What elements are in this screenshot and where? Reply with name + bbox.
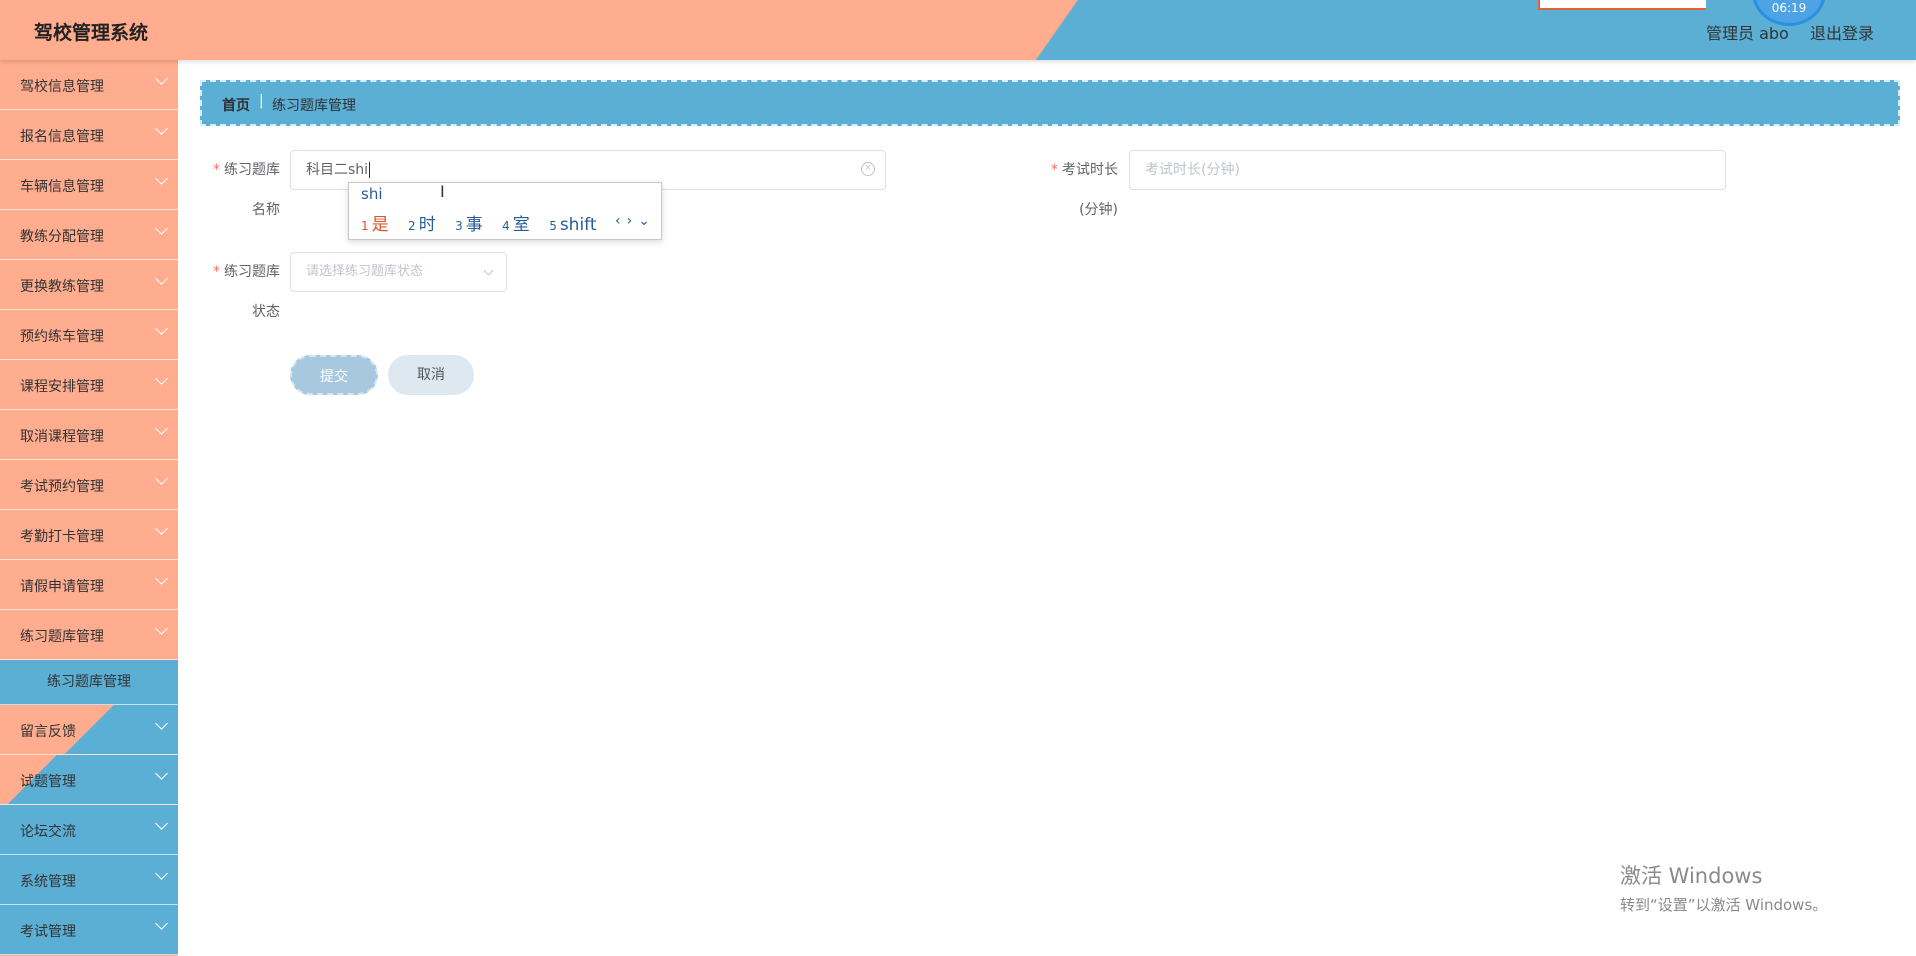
sidebar-item-label: 预约练车管理	[20, 329, 104, 345]
sidebar-item-label: 教练分配管理	[20, 229, 104, 245]
status-label: * 练习题库	[196, 252, 280, 292]
chevron-down-icon	[155, 572, 168, 585]
sidebar-item-label: 论坛交流	[20, 824, 76, 840]
sidebar-item-label: 请假申请管理	[20, 579, 104, 595]
text-caret	[369, 162, 371, 178]
ime-page-nav[interactable]: ‹›⌄	[615, 213, 656, 229]
sidebar-item-exam[interactable]: 考试管理	[0, 905, 178, 955]
sidebar-item-vehicles[interactable]: 车辆信息管理	[0, 160, 178, 210]
breadcrumb-current: 练习题库管理	[272, 98, 356, 114]
ime-candidate[interactable]: 4室	[502, 215, 530, 235]
name-input-value: 科目二shi	[306, 162, 369, 178]
sidebar-item-label: 课程安排管理	[20, 379, 104, 395]
app-title: 驾校管理系统	[34, 22, 149, 44]
duration-label-line2: (分钟)	[1079, 202, 1118, 218]
chevron-down-icon	[155, 917, 168, 930]
status-placeholder: 请选择练习题库状态	[306, 264, 424, 279]
chevron-down-icon	[155, 867, 168, 880]
sidebar-item-label: 试题管理	[20, 774, 76, 790]
duration-placeholder: 考试时长(分钟)	[1145, 162, 1240, 178]
chevron-down-icon	[155, 522, 168, 535]
exam-duration-input[interactable]: 考试时长(分钟)	[1129, 150, 1726, 190]
sidebar-item-school-info[interactable]: 驾校信息管理	[0, 60, 178, 110]
sidebar-item-label: 考试预约管理	[20, 479, 104, 495]
text-cursor-icon: I	[440, 182, 445, 201]
sidebar-item-question-bank[interactable]: 练习题库管理	[0, 610, 178, 660]
sidebar-item-attendance[interactable]: 考勤打卡管理	[0, 510, 178, 560]
breadcrumb-home[interactable]: 首页	[222, 95, 250, 115]
sidebar: 驾校信息管理 报名信息管理 车辆信息管理 教练分配管理 更换教练管理 预约练车管…	[0, 60, 178, 956]
breadcrumb: 首页 | 练习题库管理	[200, 80, 1900, 126]
clear-icon[interactable]: ×	[861, 162, 875, 176]
sidebar-item-feedback[interactable]: 留言反馈	[0, 705, 178, 755]
sidebar-item-forum[interactable]: 论坛交流	[0, 805, 178, 855]
status-label-line2: 状态	[252, 304, 280, 320]
sidebar-item-course-schedule[interactable]: 课程安排管理	[0, 360, 178, 410]
duration-label: * 考试时长	[1034, 150, 1118, 190]
required-star: *	[1051, 162, 1058, 178]
current-user: 管理员 abo	[1706, 24, 1789, 43]
sidebar-item-coach-assign[interactable]: 教练分配管理	[0, 210, 178, 260]
sidebar-item-label: 考试管理	[20, 924, 76, 940]
sidebar-item-label: 留言反馈	[20, 724, 76, 740]
ime-candidate[interactable]: 3事	[455, 215, 483, 235]
logout-link[interactable]: 退出登录	[1810, 20, 1874, 44]
chevron-down-icon	[483, 265, 494, 276]
sidebar-item-label: 取消课程管理	[20, 429, 104, 445]
breadcrumb-separator: |	[259, 93, 264, 109]
chevron-down-icon	[155, 422, 168, 435]
submenu-question-bank[interactable]: 练习题库管理	[0, 660, 178, 705]
sidebar-item-coach-change[interactable]: 更换教练管理	[0, 260, 178, 310]
ime-candidates: 1是 2时 3事 4室 5 shift	[361, 210, 611, 235]
ime-candidate[interactable]: 2时	[408, 215, 436, 235]
ime-candidate[interactable]: 5 shift	[549, 215, 596, 235]
windows-activation-watermark: 激活 Windows 转到“设置”以激活 Windows。	[1620, 860, 1827, 915]
name-label: * 练习题库	[196, 150, 280, 190]
chevron-down-icon	[155, 717, 168, 730]
sidebar-item-label: 考勤打卡管理	[20, 529, 104, 545]
sidebar-item-questions[interactable]: 试题管理	[0, 755, 178, 805]
chevron-down-icon	[155, 122, 168, 135]
top-header: 驾校管理系统 06:19 管理员 abo 退出登录	[0, 0, 1916, 60]
sidebar-item-label: 练习题库管理	[20, 629, 104, 645]
sidebar-item-leave[interactable]: 请假申请管理	[0, 560, 178, 610]
chevron-down-icon	[155, 72, 168, 85]
watermark-line1: 激活 Windows	[1620, 864, 1763, 888]
chevron-down-icon	[155, 172, 168, 185]
ime-candidate[interactable]: 1是	[361, 215, 389, 235]
status-select[interactable]: 请选择练习题库状态	[290, 252, 507, 292]
clock-time: 06:19	[1771, 1, 1807, 15]
status-label-text: 练习题库	[224, 264, 280, 280]
sidebar-item-system[interactable]: 系统管理	[0, 855, 178, 905]
duration-label-text: 考试时长	[1062, 162, 1118, 178]
name-label-text: 练习题库	[224, 162, 280, 178]
sidebar-item-exam-booking[interactable]: 考试预约管理	[0, 460, 178, 510]
ime-composition: shi	[361, 185, 383, 203]
submit-button[interactable]: 提交	[290, 355, 378, 395]
chevron-down-icon	[155, 372, 168, 385]
required-star: *	[213, 264, 220, 280]
cancel-button[interactable]: 取消	[388, 355, 474, 395]
sidebar-item-practice-booking[interactable]: 预约练车管理	[0, 310, 178, 360]
sidebar-item-label: 报名信息管理	[20, 129, 104, 145]
chevron-down-icon	[155, 472, 168, 485]
chevron-down-icon	[155, 272, 168, 285]
chevron-down-icon	[155, 767, 168, 780]
sidebar-item-registration[interactable]: 报名信息管理	[0, 110, 178, 160]
sidebar-item-label: 车辆信息管理	[20, 179, 104, 195]
sidebar-item-label: 系统管理	[20, 874, 76, 890]
chevron-down-icon	[155, 622, 168, 635]
weather-widget[interactable]	[1538, 0, 1706, 10]
sidebar-item-label: 更换教练管理	[20, 279, 104, 295]
chevron-down-icon	[155, 322, 168, 335]
sidebar-item-course-cancel[interactable]: 取消课程管理	[0, 410, 178, 460]
required-star: *	[213, 162, 220, 178]
chevron-down-icon	[155, 222, 168, 235]
watermark-line2: 转到“设置”以激活 Windows。	[1620, 896, 1828, 914]
sidebar-item-label: 驾校信息管理	[20, 79, 104, 95]
ime-candidate-window: shi 1是 2时 3事 4室 5 shift ‹›⌄	[348, 182, 662, 240]
chevron-down-icon	[155, 817, 168, 830]
name-label-line2: 名称	[252, 202, 280, 218]
